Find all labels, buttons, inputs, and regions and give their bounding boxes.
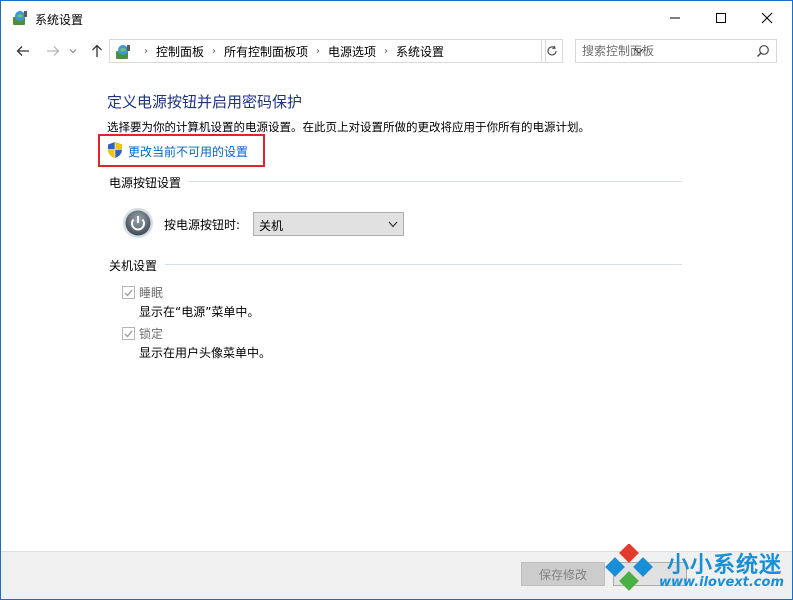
power-button-action-select[interactable]: 关机 [253, 212, 404, 236]
address-bar[interactable]: › 控制面板 › 所有控制面板项 › 电源选项 › 系统设置 [109, 39, 644, 63]
refresh-button[interactable] [541, 39, 563, 63]
power-button-action-label: 按电源按钮时: [164, 218, 241, 232]
checkmark-icon [124, 330, 133, 338]
control-panel-icon [116, 45, 130, 59]
checkmark-icon [124, 289, 133, 297]
uac-shield-icon [108, 142, 122, 158]
chevron-right-icon[interactable]: › [384, 46, 388, 57]
navigation-bar: › 控制面板 › 所有控制面板项 › 电源选项 › 系统设置 [1, 35, 792, 67]
watermark: 小小系统迷 www.ilovext.com [599, 541, 789, 599]
section-divider [189, 181, 682, 182]
search-box[interactable] [575, 39, 777, 63]
arrow-up-icon [92, 44, 102, 57]
chevron-down-icon [69, 49, 77, 54]
recent-locations-button[interactable] [67, 41, 79, 61]
refresh-icon [547, 45, 557, 56]
minimize-button[interactable] [652, 1, 698, 35]
title-bar: 系统设置 [1, 1, 792, 35]
breadcrumb-control-panel[interactable]: 控制面板 [156, 43, 204, 60]
page-description: 选择要为你的计算机设置的电源设置。在此页上对设置所做的更改将应用于你所有的电源计… [107, 120, 590, 134]
maximize-icon [716, 13, 726, 23]
back-button[interactable] [13, 41, 33, 61]
breadcrumb: › 控制面板 › 所有控制面板项 › 电源选项 › 系统设置 [136, 40, 444, 62]
search-icon[interactable] [756, 44, 770, 58]
minimize-icon [670, 17, 680, 19]
sleep-checkbox[interactable] [122, 286, 135, 299]
lock-checkbox[interactable] [122, 327, 135, 340]
section-divider [165, 264, 682, 265]
breadcrumb-system-settings[interactable]: 系统设置 [396, 43, 444, 60]
shutdown-section-title: 关机设置 [109, 259, 158, 273]
change-unavailable-settings-link[interactable]: 更改当前不可用的设置 [128, 143, 248, 160]
close-button[interactable] [744, 1, 790, 35]
select-value: 关机 [259, 219, 284, 233]
chevron-right-icon[interactable]: › [316, 46, 320, 57]
watermark-logo-icon [605, 544, 653, 591]
maximize-button[interactable] [698, 1, 744, 35]
chevron-right-icon: › [144, 45, 148, 57]
up-button[interactable] [87, 41, 107, 61]
arrow-left-icon [16, 46, 29, 56]
page-title: 定义电源按钮并启用密码保护 [107, 93, 303, 111]
control-panel-icon [13, 11, 27, 25]
sleep-description: 显示在“电源”菜单中。 [139, 305, 260, 319]
forward-button[interactable] [43, 41, 63, 61]
chevron-down-icon [388, 221, 398, 228]
breadcrumb-all-items[interactable]: 所有控制面板项 [224, 43, 308, 60]
watermark-url: www.ilovext.com [659, 575, 784, 590]
close-icon [761, 12, 773, 24]
window-title: 系统设置 [35, 13, 84, 27]
arrow-right-icon [47, 46, 60, 56]
lock-label: 锁定 [139, 327, 164, 341]
breadcrumb-power-options[interactable]: 电源选项 [328, 43, 376, 60]
search-input[interactable] [582, 42, 750, 60]
save-changes-button[interactable]: 保存修改 [521, 562, 605, 586]
power-icon [123, 208, 153, 238]
sleep-label: 睡眠 [139, 286, 164, 300]
power-button-section-title: 电源按钮设置 [109, 176, 182, 190]
lock-description: 显示在用户头像菜单中。 [139, 346, 272, 360]
chevron-right-icon[interactable]: › [212, 46, 216, 57]
system-settings-window: 系统设置 › 控制面板 › 所有控制面板项 › 电源选项 › 系统设置 搜索控制… [0, 0, 793, 600]
